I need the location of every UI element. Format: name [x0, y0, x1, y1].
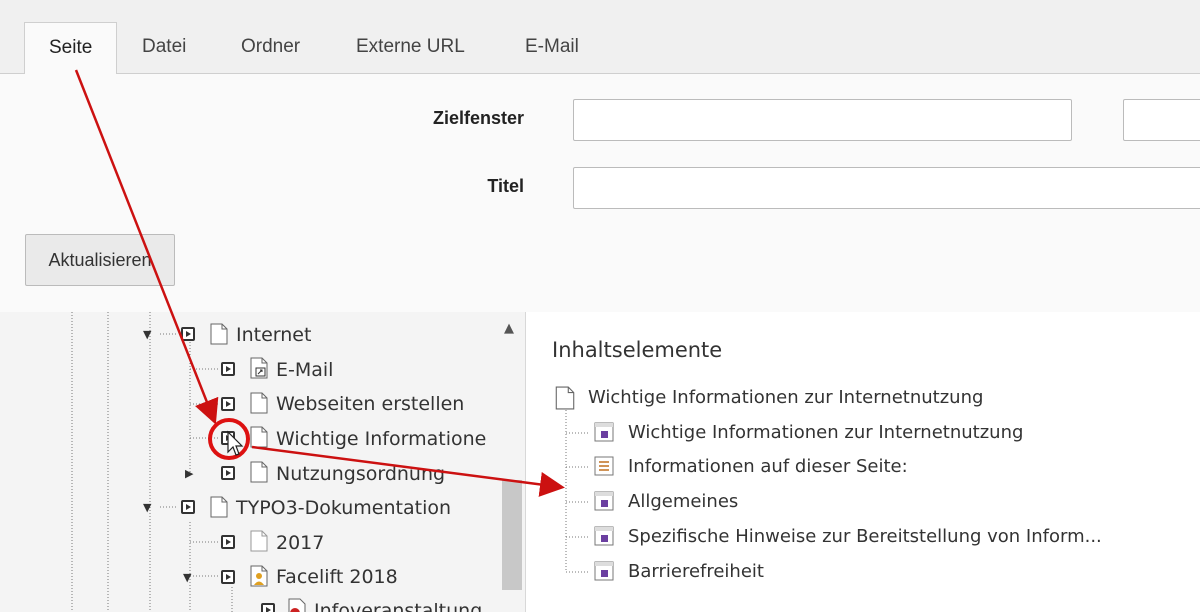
- tab-externe-url[interactable]: Externe URL: [332, 22, 489, 74]
- tree-item-label: Nutzungsordnung: [276, 463, 446, 485]
- tree-item-webseiten-erstellen[interactable]: Webseiten erstellen: [276, 389, 464, 419]
- content-element-label: Informationen auf dieser Seite:: [628, 456, 908, 477]
- content-element-item[interactable]: Informationen auf dieser Seite:: [628, 453, 908, 481]
- tree-item-2017[interactable]: 2017: [276, 528, 324, 558]
- expand-button-icon[interactable]: [221, 362, 235, 376]
- tab-email[interactable]: E-Mail: [501, 22, 603, 74]
- tree-item-label: Facelift 2018: [276, 566, 398, 588]
- content-element-item[interactable]: Barrierefreiheit: [628, 558, 764, 586]
- tree-item-email[interactable]: E-Mail: [276, 355, 333, 385]
- expand-button-icon[interactable]: [221, 570, 235, 584]
- content-element-label: Wichtige Informationen zur Internetnutzu…: [628, 422, 1024, 443]
- page-icon: [250, 461, 268, 483]
- page-icon: [210, 496, 228, 518]
- tree-item-infoveranstaltung[interactable]: Infoveranstaltung: [314, 596, 482, 612]
- content-elements-heading: Inhaltselemente: [552, 338, 723, 362]
- text-element-icon: [594, 422, 614, 442]
- content-element-item[interactable]: Wichtige Informationen zur Internetnutzu…: [628, 419, 1023, 447]
- expand-button-icon[interactable]: [221, 535, 235, 549]
- tree-item-label: Wichtige Informatione: [276, 428, 487, 450]
- expand-arrow-icon[interactable]: ▶: [185, 467, 193, 480]
- target-label: Zielfenster: [432, 108, 524, 128]
- text-element-icon: [594, 561, 614, 581]
- page-icon: [250, 426, 268, 448]
- target-input[interactable]: [573, 99, 1072, 141]
- text-element-icon: [594, 491, 614, 511]
- text-element-icon: [594, 526, 614, 546]
- page-icon: [210, 323, 228, 345]
- expand-button-icon[interactable]: [181, 500, 195, 514]
- restricted-page-icon: [250, 565, 268, 587]
- expand-button-icon[interactable]: [181, 327, 195, 341]
- tree-item-wichtige-informationen[interactable]: Wichtige Informatione: [276, 424, 496, 454]
- expand-button-icon[interactable]: [221, 431, 235, 445]
- page-icon: [250, 530, 268, 552]
- content-element-label: Barrierefreiheit: [628, 561, 764, 582]
- expand-button-icon[interactable]: [221, 397, 235, 411]
- content-page-title[interactable]: Wichtige Informationen zur Internetnutzu…: [588, 384, 983, 412]
- tree-item-facelift-2018[interactable]: Facelift 2018: [276, 562, 398, 592]
- page-icon: [555, 386, 575, 410]
- update-button[interactable]: Aktualisieren: [25, 234, 175, 286]
- tab-datei[interactable]: Datei: [118, 22, 210, 74]
- collapse-arrow-icon[interactable]: ▼: [143, 328, 151, 341]
- tree-item-typo3-dokumentation[interactable]: TYPO3-Dokumentation: [236, 493, 451, 523]
- expand-button-icon[interactable]: [261, 603, 275, 612]
- content-page-label: Wichtige Informationen zur Internetnutzu…: [588, 387, 984, 408]
- hidden-page-icon: [288, 598, 306, 612]
- email-link-page-icon: [250, 357, 268, 379]
- tab-ordner[interactable]: Ordner: [217, 22, 324, 74]
- title-input[interactable]: [573, 167, 1200, 209]
- tree-item-label: Infoveranstaltung: [314, 600, 483, 612]
- tree-item-label: Internet: [236, 324, 312, 346]
- content-element-label: Allgemeines: [628, 491, 739, 512]
- tab-seite[interactable]: Seite: [24, 22, 118, 75]
- tree-item-label: 2017: [276, 532, 325, 554]
- target-select[interactable]: [1123, 99, 1200, 141]
- tab-bar: Seite Datei Ordner Externe URL E-Mail: [0, 0, 1200, 75]
- tree-item-label: E-Mail: [276, 359, 334, 381]
- collapse-arrow-icon[interactable]: ▼: [143, 501, 151, 514]
- tree-item-label: TYPO3-Dokumentation: [236, 497, 452, 519]
- tree-item-internet[interactable]: Internet: [236, 320, 311, 350]
- scroll-up-arrow-icon[interactable]: ▲: [504, 321, 514, 336]
- menu-element-icon: [594, 456, 614, 476]
- content-element-item[interactable]: Allgemeines: [628, 488, 738, 516]
- content-element-item[interactable]: Spezifische Hinweise zur Bereitstellung …: [628, 523, 1102, 551]
- collapse-arrow-icon[interactable]: ▼: [183, 571, 191, 584]
- expand-button-icon[interactable]: [221, 466, 235, 480]
- tree-item-label: Webseiten erstellen: [276, 393, 465, 415]
- title-label: Titel: [487, 176, 524, 196]
- tree-item-nutzungsordnung[interactable]: Nutzungsordnung: [276, 459, 445, 489]
- page-icon: [250, 392, 268, 414]
- content-element-label: Spezifische Hinweise zur Bereitstellung …: [628, 526, 1102, 547]
- tree-scrollbar-thumb[interactable]: [502, 480, 522, 590]
